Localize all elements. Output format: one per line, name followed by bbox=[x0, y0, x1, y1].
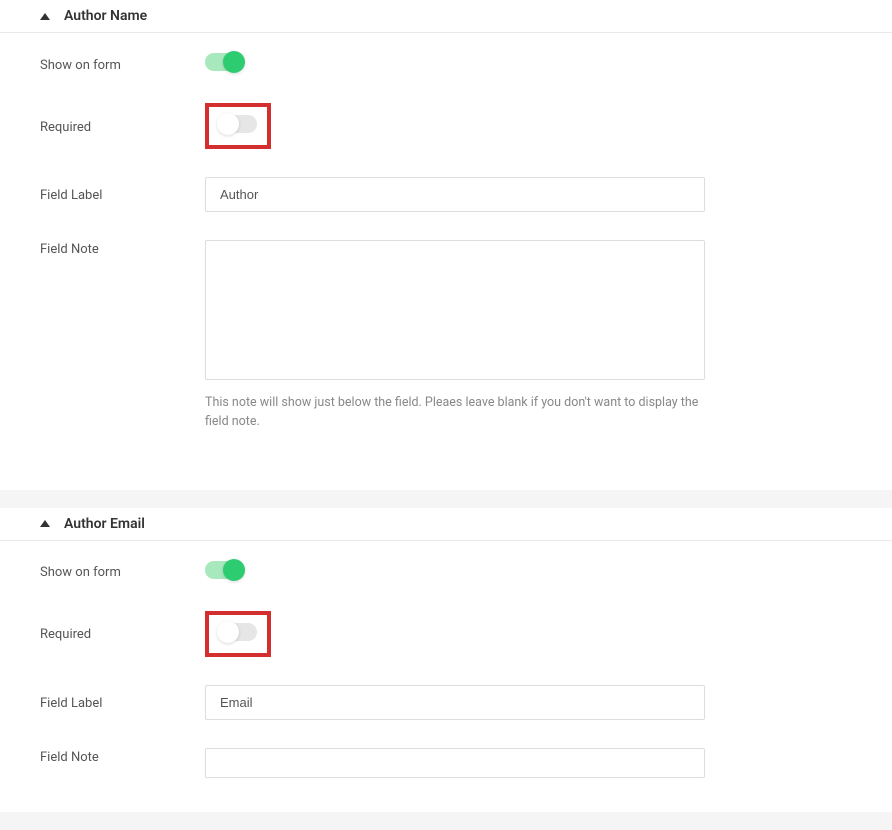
field-label-label: Field Label bbox=[40, 694, 205, 711]
field-note-textarea[interactable] bbox=[205, 240, 705, 380]
show-on-form-toggle[interactable] bbox=[205, 53, 243, 71]
field-label-input[interactable] bbox=[205, 685, 705, 720]
required-highlight bbox=[205, 103, 271, 149]
author-email-panel: Author Email Show on form Required Fie bbox=[0, 508, 892, 812]
show-on-form-row: Show on form bbox=[40, 561, 852, 583]
panel-title: Author Email bbox=[64, 516, 145, 532]
field-note-row: Field Note This note will show just belo… bbox=[40, 240, 852, 432]
required-highlight bbox=[205, 611, 271, 657]
field-note-label: Field Note bbox=[40, 748, 205, 765]
required-row: Required bbox=[40, 103, 852, 149]
required-row: Required bbox=[40, 611, 852, 657]
field-note-textarea[interactable] bbox=[205, 748, 705, 778]
field-label-row: Field Label bbox=[40, 177, 852, 212]
collapse-icon bbox=[40, 13, 50, 20]
author-name-body: Show on form Required Field Label bbox=[0, 33, 892, 490]
panel-title: Author Name bbox=[64, 8, 147, 24]
required-toggle[interactable] bbox=[219, 115, 257, 133]
author-email-header[interactable]: Author Email bbox=[0, 508, 892, 541]
field-note-row: Field Note bbox=[40, 748, 852, 782]
field-note-help: This note will show just below the field… bbox=[205, 394, 705, 432]
field-note-label: Field Note bbox=[40, 240, 205, 257]
field-label-label: Field Label bbox=[40, 186, 205, 203]
required-label: Required bbox=[40, 625, 205, 642]
author-name-header[interactable]: Author Name bbox=[0, 0, 892, 33]
author-name-panel: Author Name Show on form Required Fiel bbox=[0, 0, 892, 490]
author-email-body: Show on form Required Field Label bbox=[0, 541, 892, 812]
show-on-form-row: Show on form bbox=[40, 53, 852, 75]
required-label: Required bbox=[40, 118, 205, 135]
field-label-row: Field Label bbox=[40, 685, 852, 720]
show-on-form-label: Show on form bbox=[40, 56, 205, 73]
show-on-form-label: Show on form bbox=[40, 563, 205, 580]
required-toggle[interactable] bbox=[219, 623, 257, 641]
collapse-icon bbox=[40, 520, 50, 527]
field-label-input[interactable] bbox=[205, 177, 705, 212]
show-on-form-toggle[interactable] bbox=[205, 561, 243, 579]
